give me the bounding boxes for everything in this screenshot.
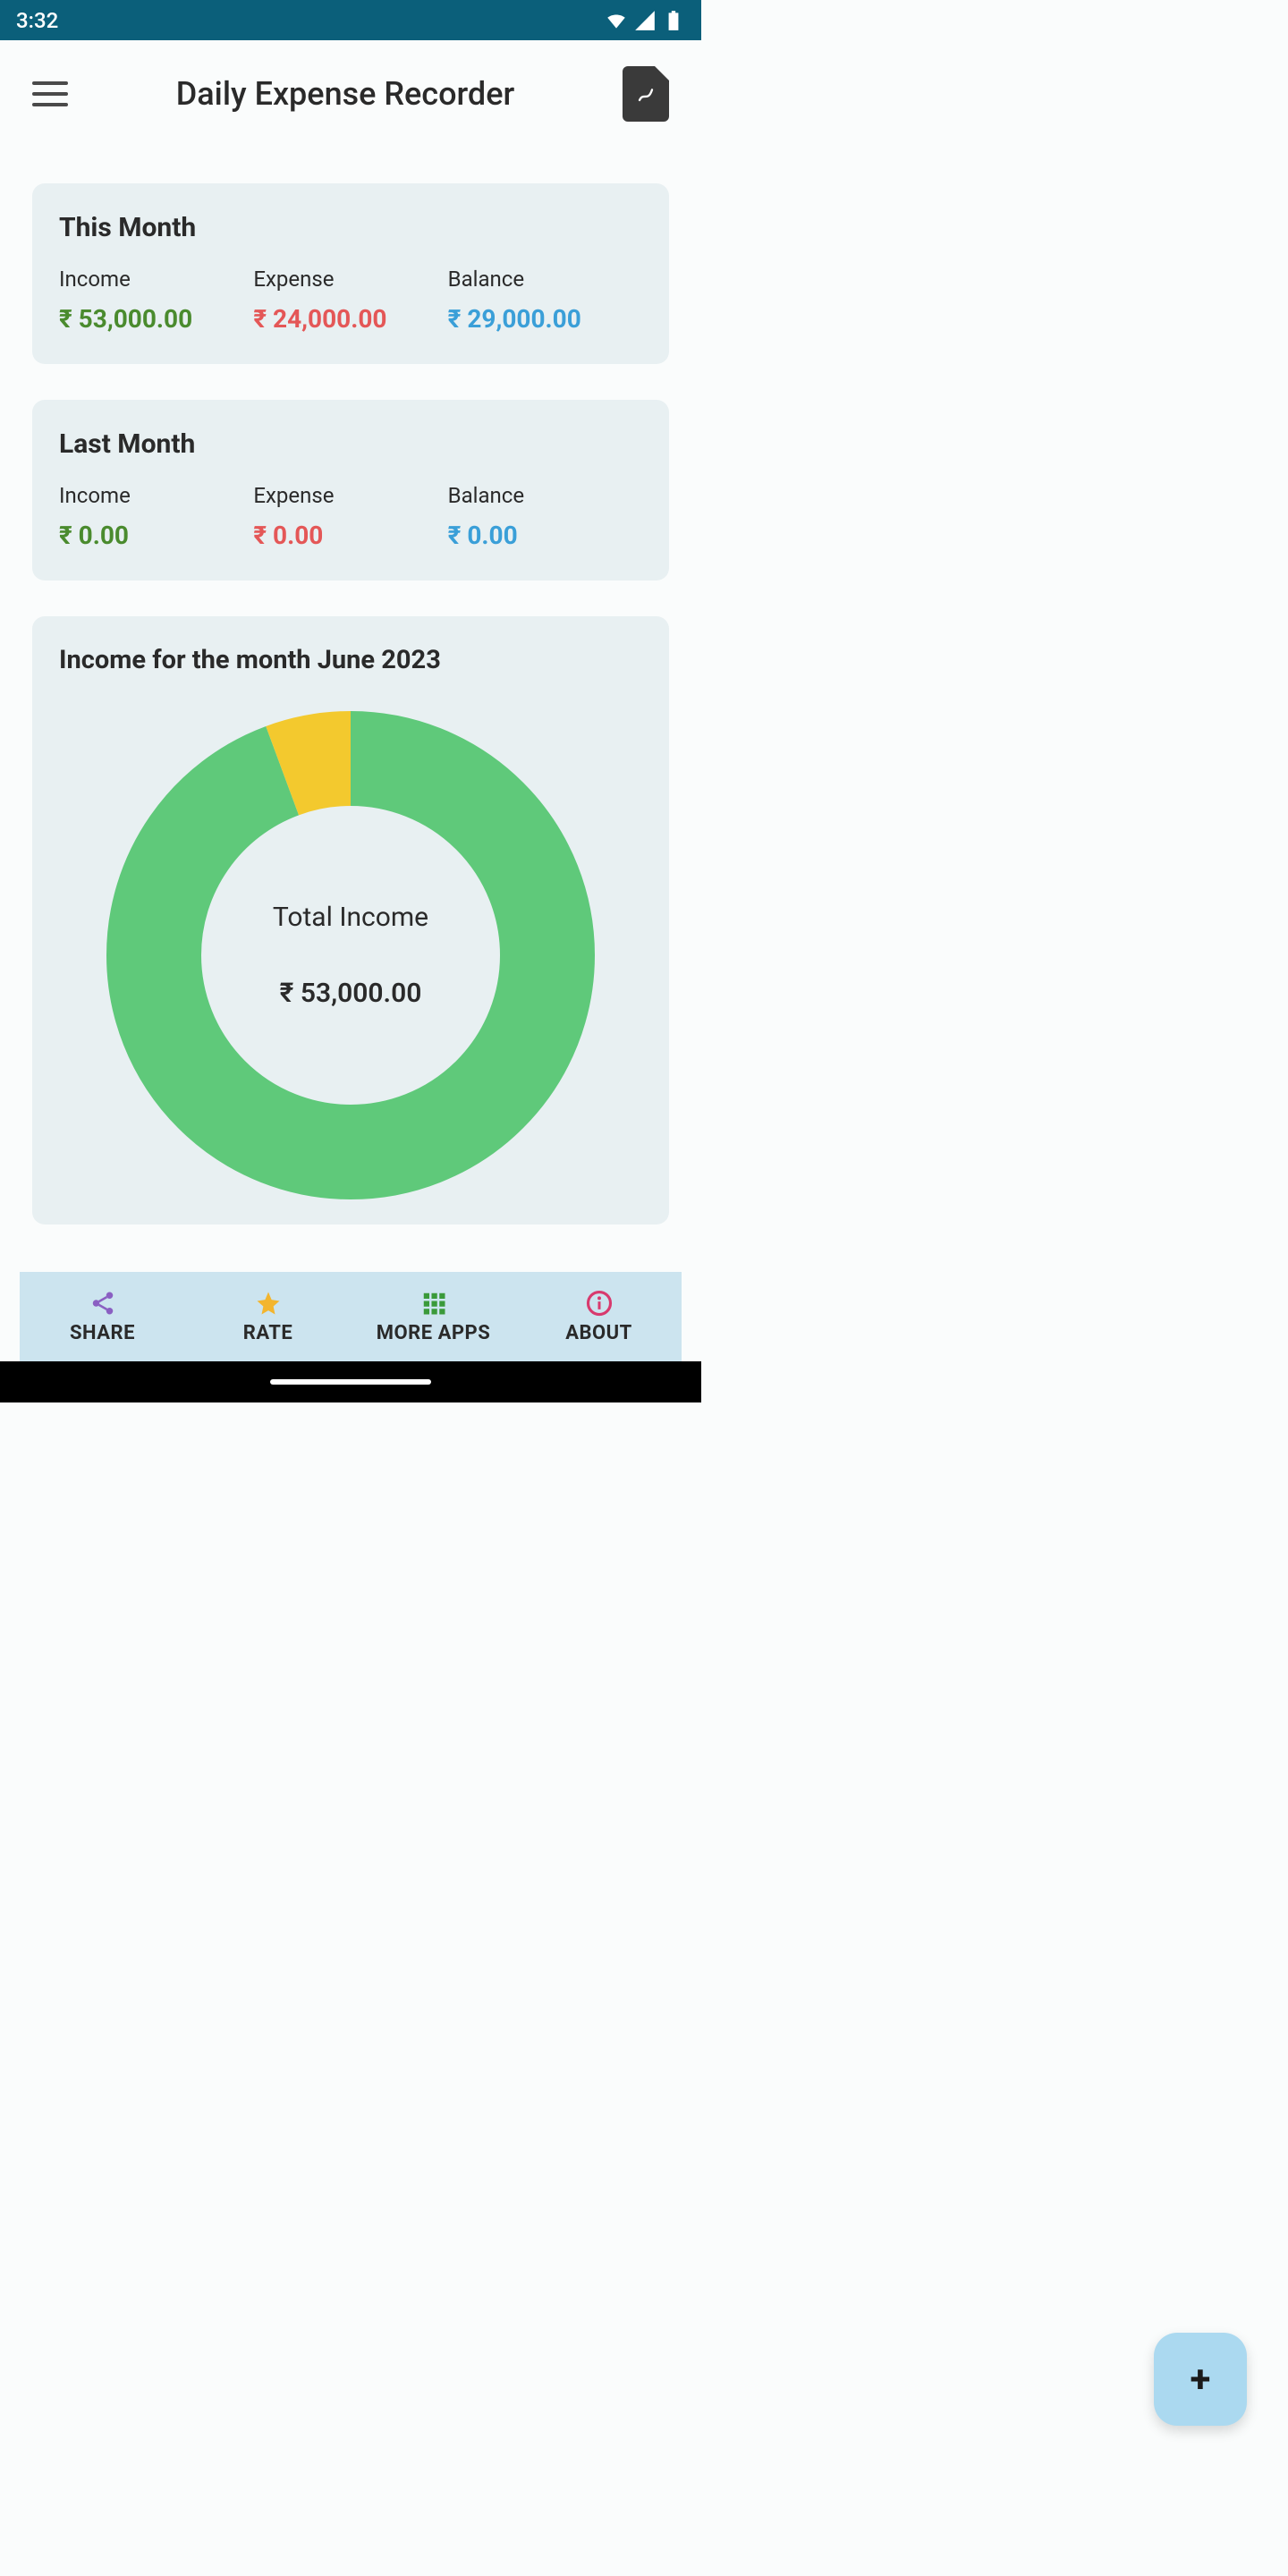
income-value: ₹ 0.00: [59, 521, 253, 550]
balance-value: ₹ 0.00: [448, 521, 642, 550]
status-icons: [605, 9, 685, 32]
balance-value: ₹ 29,000.00: [448, 304, 642, 334]
last-month-balance: Balance ₹ 0.00: [448, 483, 642, 550]
info-icon: [586, 1290, 613, 1317]
share-button[interactable]: SHARE: [20, 1272, 185, 1361]
income-chart-card: Income for the month June 2023 Total Inc…: [32, 616, 669, 1224]
balance-label: Balance: [448, 267, 642, 292]
status-bar: 3:32: [0, 0, 701, 40]
more-apps-label: MORE APPS: [377, 1322, 491, 1344]
last-month-title: Last Month: [59, 428, 642, 460]
grid-icon: [420, 1290, 447, 1317]
this-month-title: This Month: [59, 212, 642, 243]
expense-label: Expense: [253, 483, 447, 508]
chart-title: Income for the month June 2023: [59, 645, 642, 675]
income-label: Income: [59, 483, 253, 508]
expense-value: ₹ 0.00: [253, 521, 447, 550]
donut-chart-wrap: Total Income ₹ 53,000.00: [59, 711, 642, 1199]
share-label: SHARE: [70, 1322, 135, 1344]
last-month-stats: Income ₹ 0.00 Expense ₹ 0.00 Balance ₹ 0…: [59, 483, 642, 550]
donut-center-label: Total Income: [273, 902, 428, 933]
last-month-card[interactable]: Last Month Income ₹ 0.00 Expense ₹ 0.00 …: [32, 400, 669, 580]
last-month-expense: Expense ₹ 0.00: [253, 483, 447, 550]
main-content: This Month Income ₹ 53,000.00 Expense ₹ …: [0, 148, 701, 1272]
income-label: Income: [59, 267, 253, 292]
menu-icon[interactable]: [32, 76, 68, 112]
pdf-icon: [633, 81, 658, 106]
donut-center-value: ₹ 53,000.00: [273, 978, 428, 1009]
add-button[interactable]: +: [1154, 2333, 1247, 2426]
donut-chart: Total Income ₹ 53,000.00: [106, 711, 595, 1199]
income-value: ₹ 53,000.00: [59, 304, 253, 334]
star-icon: [255, 1290, 282, 1317]
about-label: ABOUT: [565, 1322, 632, 1344]
app-title: Daily Expense Recorder: [176, 75, 514, 113]
donut-center: Total Income ₹ 53,000.00: [273, 902, 428, 1009]
wifi-icon: [605, 9, 628, 32]
app-header: Daily Expense Recorder: [0, 40, 701, 148]
expense-value: ₹ 24,000.00: [253, 304, 447, 334]
plus-icon: +: [1191, 2358, 1211, 2402]
expense-label: Expense: [253, 267, 447, 292]
last-month-income: Income ₹ 0.00: [59, 483, 253, 550]
balance-label: Balance: [448, 483, 642, 508]
rate-label: RATE: [243, 1322, 293, 1344]
export-pdf-button[interactable]: [623, 66, 669, 122]
share-icon: [89, 1290, 116, 1317]
about-button[interactable]: ABOUT: [516, 1272, 682, 1361]
more-apps-button[interactable]: MORE APPS: [351, 1272, 516, 1361]
this-month-stats: Income ₹ 53,000.00 Expense ₹ 24,000.00 B…: [59, 267, 642, 334]
bottom-nav: SHARE RATE MORE APPS ABOUT: [20, 1272, 682, 1361]
rate-button[interactable]: RATE: [185, 1272, 351, 1361]
this-month-card[interactable]: This Month Income ₹ 53,000.00 Expense ₹ …: [32, 183, 669, 364]
battery-icon: [662, 9, 685, 32]
this-month-income: Income ₹ 53,000.00: [59, 267, 253, 334]
signal-icon: [633, 9, 657, 32]
this-month-balance: Balance ₹ 29,000.00: [448, 267, 642, 334]
this-month-expense: Expense ₹ 24,000.00: [253, 267, 447, 334]
navigation-handle[interactable]: [270, 1379, 431, 1385]
navigation-handle-area: [0, 1361, 701, 1402]
status-time: 3:32: [16, 8, 58, 33]
